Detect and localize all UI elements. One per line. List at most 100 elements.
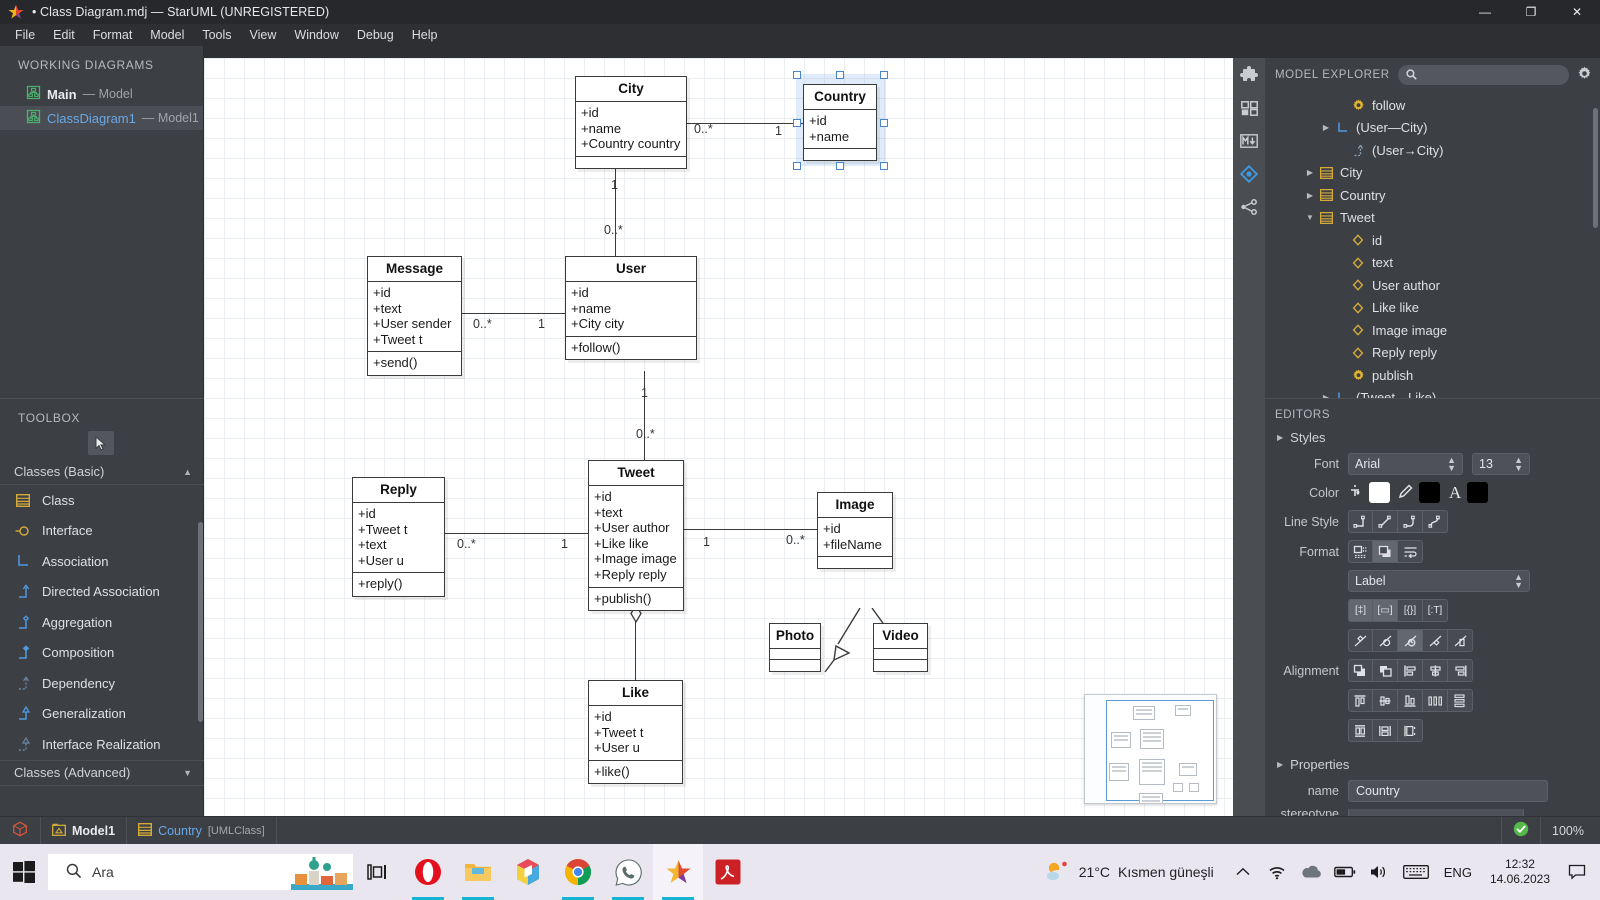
resize-handle-e[interactable] [880, 119, 888, 127]
weather-widget[interactable]: 21°C Kısmen güneşli [1039, 860, 1226, 885]
gear-icon[interactable] [1577, 66, 1592, 84]
model-explorer-tree[interactable]: follow ▶ (User—City) (User→City) ▶ City ▶ Count… [1265, 92, 1600, 398]
tree-node[interactable]: ▶ (User—City) [1265, 117, 1600, 140]
menu-debug[interactable]: Debug [348, 26, 403, 44]
tree-node[interactable]: follow [1265, 94, 1600, 117]
extensions-icon[interactable] [1238, 64, 1260, 86]
twisty-collapsed-icon[interactable]: ▶ [1303, 191, 1317, 200]
tool-composition[interactable]: Composition [0, 638, 204, 669]
class-box-message[interactable]: Message +id +text +User sender +Tweet t … [367, 256, 462, 376]
select-tool-button[interactable] [88, 431, 114, 455]
class-box-tweet[interactable]: Tweet +id +text +User author +Like like … [588, 460, 684, 612]
text-color-swatch[interactable] [1467, 482, 1489, 503]
same-width-button[interactable] [1373, 719, 1398, 742]
twisty-collapsed-icon[interactable]: ▶ [1319, 393, 1333, 398]
edge-city-user[interactable] [615, 158, 617, 256]
tree-node[interactable]: publish [1265, 364, 1600, 387]
bring-to-front-button[interactable] [1373, 659, 1398, 682]
class-box-image[interactable]: Image +id +fileName [817, 492, 893, 570]
line-style-oblique-button[interactable] [1373, 510, 1398, 533]
acrobat-icon[interactable] [703, 844, 753, 900]
model-explorer-scrollbar[interactable] [1593, 108, 1598, 228]
markdown-icon[interactable] [1238, 130, 1260, 152]
properties-section-header[interactable]: ▶ Properties [1265, 749, 1600, 780]
align-right-button[interactable] [1448, 659, 1473, 682]
tool-aggregation[interactable]: Aggregation [0, 607, 204, 638]
auto-resize-button[interactable] [1348, 540, 1373, 563]
font-size-select[interactable]: 13 ▲ ▼ [1472, 453, 1530, 475]
edge-reply-tweet[interactable] [445, 533, 588, 535]
start-button[interactable] [0, 844, 48, 900]
resize-handle-nw[interactable] [793, 71, 801, 79]
status-zoom-cell[interactable]: 100% [1541, 817, 1600, 845]
whatsapp-icon[interactable] [603, 844, 653, 900]
show-shadow-button[interactable] [1373, 540, 1398, 563]
file-explorer-icon[interactable] [453, 844, 503, 900]
class-box-reply[interactable]: Reply +id +Tweet t +text +User u +reply(… [352, 477, 445, 597]
close-button[interactable]: ✕ [1554, 0, 1600, 24]
share-icon[interactable] [1238, 196, 1260, 218]
tool-interface-realization[interactable]: Interface Realization [0, 729, 204, 760]
suppress-operations-button[interactable] [1373, 629, 1398, 652]
suppress-templates-button[interactable] [1448, 629, 1473, 652]
model-explorer-search[interactable] [1397, 65, 1569, 85]
tree-node[interactable]: ▶ Country [1265, 184, 1600, 207]
menu-view[interactable]: View [241, 26, 286, 44]
menu-tools[interactable]: Tools [193, 26, 240, 44]
tree-node[interactable]: User author [1265, 274, 1600, 297]
edge-tweet-image[interactable] [684, 529, 817, 531]
toolbox-group-classes-advanced[interactable]: Classes (Advanced) ▼ [0, 759, 204, 786]
diagram-canvas[interactable]: City +id +name +Country country Country … [204, 58, 1233, 816]
menu-window[interactable]: Window [285, 26, 347, 44]
tree-node[interactable]: id [1265, 229, 1600, 252]
show-type-button[interactable]: [:T] [1423, 599, 1448, 622]
tool-class[interactable]: Class [0, 485, 204, 516]
wifi-icon[interactable] [1260, 844, 1294, 900]
tree-node[interactable]: ▼ Tweet [1265, 207, 1600, 230]
minimap[interactable] [1084, 694, 1217, 804]
tool-generalization[interactable]: Generalization [0, 699, 204, 730]
tree-node[interactable]: ▶ (Tweet—Like) [1265, 387, 1600, 398]
tree-node[interactable]: Like like [1265, 297, 1600, 320]
battery-icon[interactable] [1328, 844, 1362, 900]
keyboard-icon[interactable] [1396, 844, 1436, 900]
toolbox-scrollbar[interactable] [198, 522, 203, 722]
word-wrap-button[interactable] [1398, 540, 1423, 563]
twisty-collapsed-icon[interactable]: ▶ [1319, 123, 1333, 132]
line-color-swatch[interactable] [1419, 482, 1440, 503]
edge-message-user[interactable] [462, 313, 565, 315]
status-model-cell[interactable]: Model1 [41, 816, 128, 845]
tool-dependency[interactable]: Dependency [0, 668, 204, 699]
tree-node[interactable]: text [1265, 252, 1600, 275]
menu-model[interactable]: Model [141, 26, 193, 44]
send-to-back-button[interactable] [1348, 659, 1373, 682]
show-visibility-button[interactable]: [‡] [1348, 599, 1373, 622]
pencil-icon[interactable] [1398, 483, 1414, 502]
same-height-button[interactable] [1348, 719, 1373, 742]
taskbar-search[interactable]: Ara [48, 854, 353, 890]
font-family-select[interactable]: Arial ▲ ▼ [1348, 453, 1463, 475]
tree-node[interactable]: (User→City) [1265, 139, 1600, 162]
suppress-literals-button[interactable] [1423, 629, 1448, 652]
tree-node[interactable]: Image image [1265, 319, 1600, 342]
show-namespace-button[interactable]: [▭] [1373, 599, 1398, 622]
maximize-button[interactable]: ❐ [1508, 0, 1554, 24]
font-color-icon[interactable]: A [1449, 483, 1461, 503]
distribute-vertically-button[interactable] [1448, 689, 1473, 712]
resize-handle-w[interactable] [793, 119, 801, 127]
class-box-photo[interactable]: Photo [769, 623, 821, 672]
notifications-icon[interactable] [1560, 844, 1594, 900]
suppress-attributes-button[interactable] [1348, 629, 1373, 652]
styles-section-header[interactable]: ▶ Styles [1265, 427, 1600, 453]
line-style-curve-button[interactable] [1423, 510, 1448, 533]
working-diagram-item-classdiagram1[interactable]: ClassDiagram1 — Model1 [0, 106, 203, 130]
fill-bucket-icon[interactable] [1348, 483, 1364, 502]
same-size-button[interactable] [1398, 719, 1423, 742]
distribute-horizontally-button[interactable] [1423, 689, 1448, 712]
staruml-icon[interactable] [653, 844, 703, 900]
class-box-like[interactable]: Like +id +Tweet t +User u +like() [588, 680, 683, 785]
tree-node[interactable]: Reply reply [1265, 342, 1600, 365]
minimize-button[interactable]: — [1462, 0, 1508, 24]
twisty-collapsed-icon[interactable]: ▶ [1303, 168, 1317, 177]
search-input[interactable] [1422, 68, 1561, 82]
